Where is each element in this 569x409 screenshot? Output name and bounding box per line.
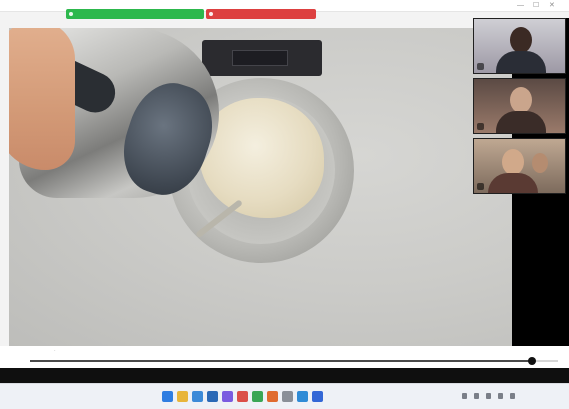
participant-body <box>488 173 538 193</box>
participant-tile-2[interactable] <box>473 78 566 134</box>
progress-track[interactable] <box>30 357 558 365</box>
app-icon[interactable] <box>282 391 293 402</box>
network-icon[interactable] <box>474 393 479 399</box>
settings-icon[interactable] <box>312 391 323 402</box>
close-button[interactable]: ✕ <box>549 1 555 11</box>
explorer-icon[interactable] <box>207 391 218 402</box>
store-icon[interactable] <box>252 391 263 402</box>
participant-head <box>502 149 524 175</box>
meeting-status-red[interactable] <box>206 9 316 19</box>
search-icon[interactable] <box>177 391 188 402</box>
meeting-status-green[interactable] <box>66 9 204 19</box>
kitchen-scale <box>202 40 322 76</box>
participant-head <box>510 87 532 113</box>
participant-head <box>510 27 532 53</box>
start-icon[interactable] <box>162 391 173 402</box>
status-dot-icon <box>69 12 73 16</box>
participant-body <box>496 51 546 73</box>
mic-icon <box>477 63 484 70</box>
participant-body <box>496 111 546 133</box>
battery-icon[interactable] <box>498 393 503 399</box>
playback-controls: · <box>0 346 569 368</box>
tray-chevron-icon[interactable] <box>462 393 467 399</box>
progress-handle[interactable] <box>527 357 536 365</box>
taskbar <box>0 383 569 409</box>
participant-head <box>532 153 548 173</box>
task-view-icon[interactable] <box>192 391 203 402</box>
volume-icon[interactable] <box>486 393 491 399</box>
participant-tile-3[interactable] <box>473 138 566 194</box>
status-band <box>0 368 569 383</box>
hand <box>9 28 75 170</box>
status-dot-icon <box>209 12 213 16</box>
progress-fill <box>30 360 532 362</box>
app-icon[interactable] <box>297 391 308 402</box>
timeline-marker: · <box>54 348 56 354</box>
mail-icon[interactable] <box>267 391 278 402</box>
maximize-button[interactable]: ☐ <box>533 1 539 11</box>
main-video-feed[interactable] <box>9 28 512 346</box>
browser-icon[interactable] <box>237 391 248 402</box>
language-icon[interactable] <box>510 393 515 399</box>
mic-icon <box>477 183 484 190</box>
mic-icon <box>477 123 484 130</box>
participant-tile-1[interactable] <box>473 18 566 74</box>
meeting-window: — ☐ ✕ · <box>0 0 569 409</box>
minimize-button[interactable]: — <box>517 1 524 11</box>
chat-icon[interactable] <box>222 391 233 402</box>
scale-display <box>232 50 288 66</box>
